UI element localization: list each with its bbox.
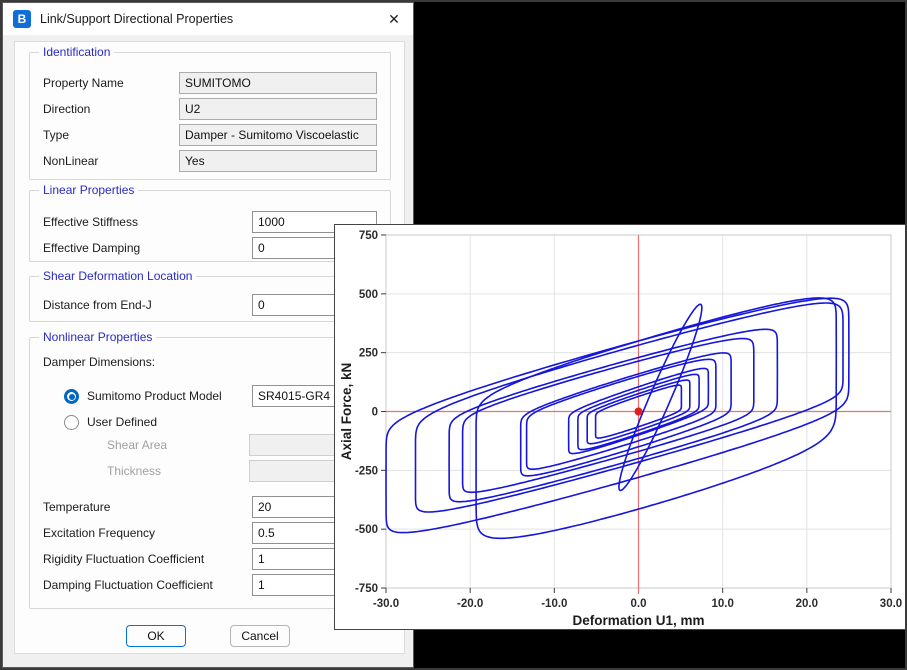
- property-name-label: Property Name: [43, 72, 124, 94]
- rigidity-fluctuation-label: Rigidity Fluctuation Coefficient: [43, 548, 204, 570]
- effective-stiffness-label: Effective Stiffness: [43, 211, 138, 233]
- y-tick-label: 750: [359, 230, 378, 242]
- origin-dot: [635, 408, 643, 416]
- temperature-label: Temperature: [43, 496, 110, 518]
- type-label: Type: [43, 124, 69, 146]
- hysteresis-chart-window: -30.0 -20.0 -10.0 0.0 10.0 20.0 30.0 750 500 250 0…: [334, 224, 907, 630]
- nonlinear-field: Yes: [179, 150, 377, 172]
- damper-dimensions-label: Damper Dimensions:: [43, 351, 155, 373]
- group-identification-title: Identification: [39, 45, 114, 59]
- y-tick-label: 0: [372, 407, 378, 419]
- group-linear-properties-title: Linear Properties: [39, 183, 138, 197]
- hysteresis-chart: -30.0 -20.0 -10.0 0.0 10.0 20.0 30.0 750 500 250 0…: [335, 225, 907, 629]
- x-tick-label: 10.0: [711, 598, 733, 610]
- y-tick-label: 250: [359, 348, 378, 360]
- sumitomo-product-model-label: Sumitomo Product Model: [87, 385, 222, 407]
- hysteresis-loop: [449, 329, 777, 502]
- thickness-label: Thickness: [107, 460, 161, 482]
- y-axis-title: Axial Force, kN: [339, 363, 354, 461]
- x-tick-label: -30.0: [373, 598, 399, 610]
- y-tick-label: -250: [355, 465, 378, 477]
- distance-from-endj-label: Distance from End-J: [43, 294, 152, 316]
- screen: B Link/Support Directional Properties ✕ …: [0, 0, 907, 670]
- cancel-button[interactable]: Cancel: [230, 625, 290, 647]
- group-shear-deformation-title: Shear Deformation Location: [39, 269, 196, 283]
- property-name-field: SUMITOMO: [179, 72, 377, 94]
- app-icon: B: [13, 10, 31, 28]
- nonlinear-label: NonLinear: [43, 150, 98, 172]
- effective-damping-label: Effective Damping: [43, 237, 140, 259]
- x-tick-label: -10.0: [541, 598, 567, 610]
- y-tick-label: -750: [355, 583, 378, 595]
- type-field: Damper - Sumitomo Viscoelastic: [179, 124, 377, 146]
- y-tick-label: -500: [355, 524, 378, 536]
- shear-area-label: Shear Area: [107, 434, 167, 456]
- x-tick-label: 20.0: [796, 598, 818, 610]
- hysteresis-loop: [386, 298, 849, 532]
- ok-button[interactable]: OK: [126, 625, 186, 647]
- y-tick-label: 500: [359, 289, 378, 301]
- x-tick-label: -20.0: [457, 598, 483, 610]
- x-tick-label: 30.0: [880, 598, 902, 610]
- group-nonlinear-properties-title: Nonlinear Properties: [39, 330, 156, 344]
- dialog-title: Link/Support Directional Properties: [40, 12, 233, 26]
- excitation-frequency-label: Excitation Frequency: [43, 522, 155, 544]
- sumitomo-product-model-radio[interactable]: [64, 389, 79, 404]
- close-icon[interactable]: ✕: [383, 8, 405, 30]
- direction-field: U2: [179, 98, 377, 120]
- x-axis-title: Deformation U1, mm: [572, 613, 704, 628]
- damping-fluctuation-label: Damping Fluctuation Coefficient: [43, 574, 213, 596]
- user-defined-radio[interactable]: [64, 415, 79, 430]
- direction-label: Direction: [43, 98, 90, 120]
- dialog-titlebar[interactable]: B Link/Support Directional Properties ✕: [3, 3, 413, 35]
- x-tick-label: 0.0: [631, 598, 647, 610]
- user-defined-label: User Defined: [87, 411, 157, 433]
